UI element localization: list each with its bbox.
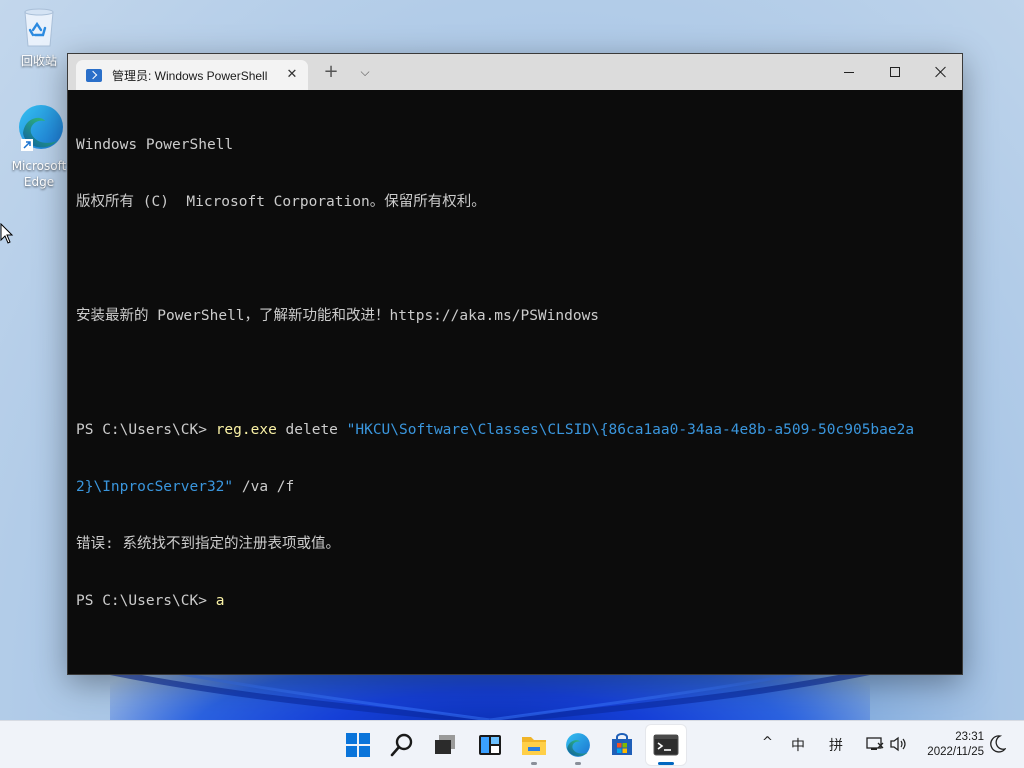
prompt: PS C:\Users\CK>	[76, 422, 216, 438]
chevron-down-icon[interactable]: ⌵	[354, 62, 376, 82]
terminal-window[interactable]: 管理员: Windows PowerShell ✕ + ⌵ Windows Po…	[67, 53, 963, 675]
console-output[interactable]: Windows PowerShell 版权所有 (C) Microsoft Co…	[68, 90, 962, 674]
recycle-bin-label: 回收站	[20, 54, 57, 68]
show-hidden-icons-chevron[interactable]: ^	[762, 735, 773, 750]
console-header-line: Windows PowerShell	[76, 137, 234, 153]
running-indicator	[575, 762, 581, 765]
clock-date: 2022/11/25	[927, 746, 984, 758]
prompt: PS C:\Users\CK>	[76, 593, 216, 609]
taskbar: ^ 中 拼 23:31 2022/11/25	[0, 720, 1024, 768]
start-button[interactable]	[338, 725, 378, 765]
powershell-icon	[86, 68, 102, 82]
task-view-button[interactable]	[425, 725, 465, 765]
volume-icon[interactable]	[890, 736, 908, 752]
windows-logo-icon	[346, 733, 370, 757]
network-icon[interactable]	[866, 736, 884, 752]
maximize-icon	[890, 67, 900, 77]
ime-name-indicator[interactable]: 拼	[829, 735, 843, 755]
running-indicator	[531, 762, 537, 765]
new-tab-button[interactable]: +	[320, 62, 342, 82]
title-bar[interactable]: 管理员: Windows PowerShell ✕ + ⌵	[68, 54, 962, 90]
console-error-line: 错误: 系统找不到指定的注册表项或值。	[76, 536, 340, 552]
clock-time: 23:31	[955, 731, 984, 743]
command-flags: /va /f	[233, 479, 295, 495]
close-button[interactable]	[918, 54, 964, 90]
console-copyright-line: 版权所有 (C) Microsoft Corporation。保留所有权利。	[76, 194, 486, 210]
wallpaper-ribbons	[110, 672, 870, 722]
terminal-taskbar-button[interactable]	[646, 725, 686, 765]
store-button[interactable]	[602, 725, 642, 765]
terminal-icon	[653, 734, 679, 756]
active-indicator	[658, 762, 674, 765]
command-string-cont: 2}\InprocServer32"	[76, 479, 234, 495]
command-name: reg.exe	[215, 422, 277, 438]
widgets-icon	[479, 735, 501, 755]
minimize-icon	[844, 71, 854, 73]
clock[interactable]: 23:31 2022/11/25	[916, 730, 984, 760]
tab-powershell[interactable]: 管理员: Windows PowerShell ✕	[76, 60, 308, 90]
edge-label: Microsoft Edge	[11, 159, 67, 189]
search-icon	[390, 733, 413, 757]
ime-mode-indicator[interactable]: 中	[791, 735, 805, 755]
edge-icon	[566, 733, 590, 757]
minimize-button[interactable]	[826, 54, 872, 90]
console-input-line[interactable]: PS C:\Users\CK> a	[76, 592, 962, 611]
tab-title: 管理员: Windows PowerShell	[112, 68, 268, 83]
desktop-edge-shortcut[interactable]: Microsoft Edge	[3, 103, 75, 190]
close-tab-icon[interactable]: ✕	[284, 67, 300, 83]
edge-icon	[19, 105, 63, 151]
folder-icon	[522, 737, 546, 755]
command-string: "HKCU\Software\Classes\CLSID\{86ca1aa0-3…	[346, 422, 915, 438]
maximize-button[interactable]	[872, 54, 918, 90]
recycle-bin-icon	[24, 8, 54, 47]
console-command-line-wrap: 2}\InprocServer32" /va /f	[76, 478, 962, 497]
edge-taskbar-button[interactable]	[558, 725, 598, 765]
store-icon	[612, 733, 632, 755]
focus-moon-icon[interactable]	[990, 735, 1006, 753]
desktop-recycle-bin[interactable]: 回收站	[3, 6, 75, 69]
widgets-button[interactable]	[470, 725, 510, 765]
console-install-line: 安装最新的 PowerShell，了解新功能和改进！https://aka.ms…	[76, 308, 600, 324]
command-arg: delete	[276, 422, 347, 438]
mouse-cursor-icon	[0, 223, 14, 244]
file-explorer-button[interactable]	[514, 725, 554, 765]
console-command-line: PS C:\Users\CK> reg.exe delete "HKCU\Sof…	[76, 421, 962, 440]
task-view-icon	[435, 735, 455, 754]
close-icon	[935, 66, 947, 78]
search-button[interactable]	[382, 725, 422, 765]
typed-input[interactable]: a	[216, 593, 225, 609]
